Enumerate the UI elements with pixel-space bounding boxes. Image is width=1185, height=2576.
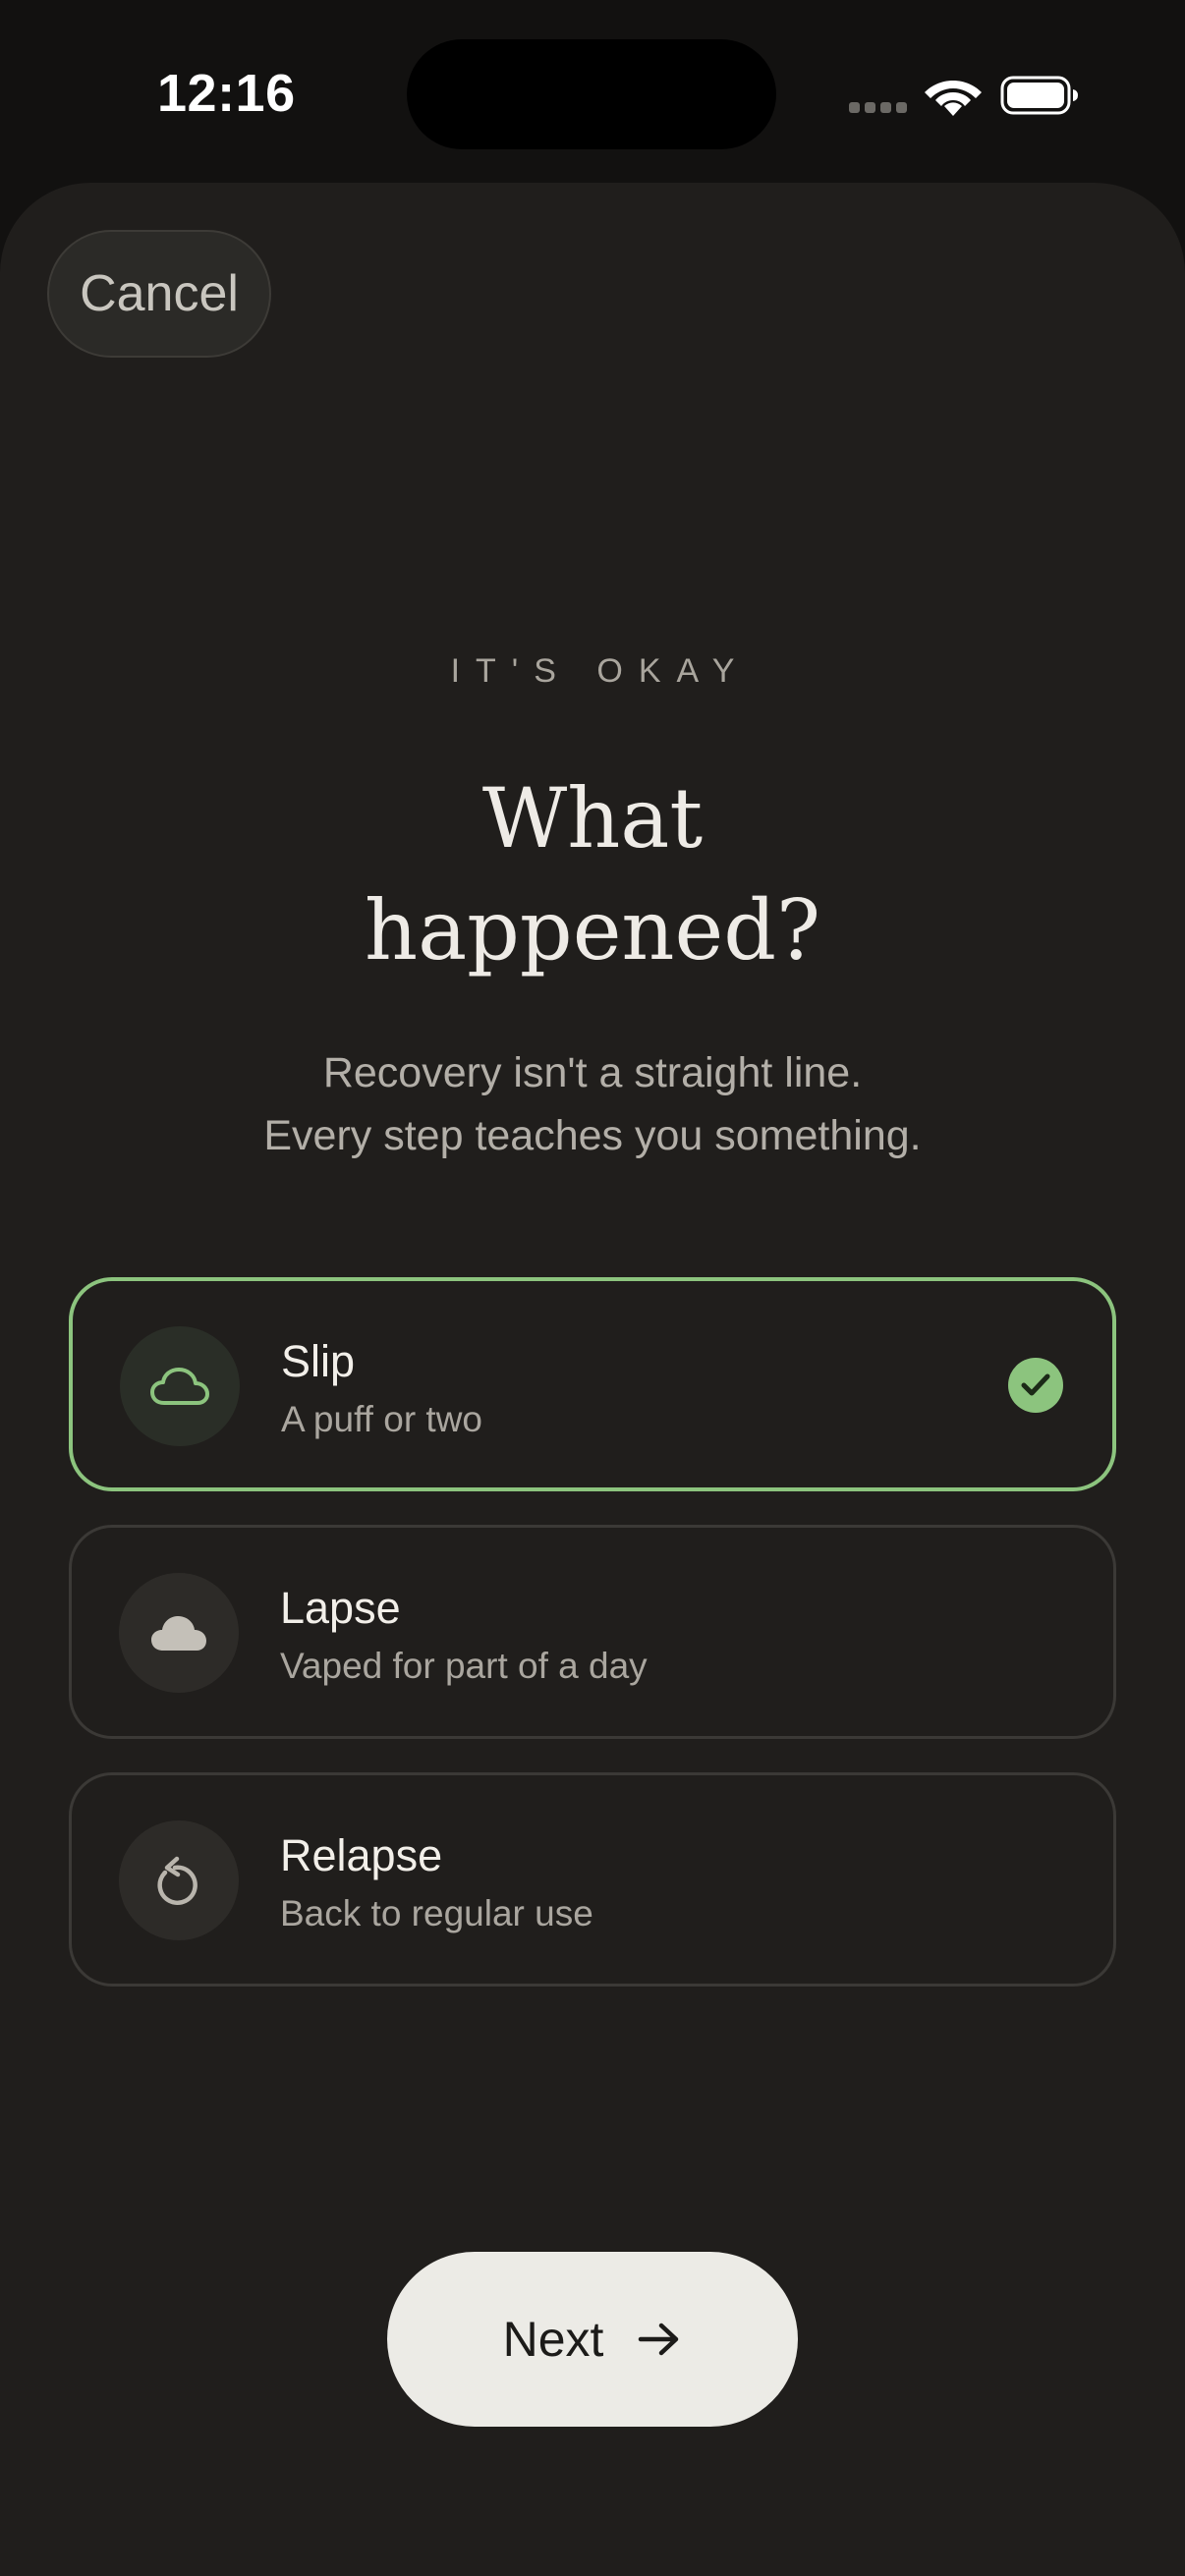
next-button[interactable]: Next xyxy=(387,2252,798,2427)
page-subtitle: Recovery isn't a straight line. Every st… xyxy=(101,1041,1084,1167)
option-subtitle: Vaped for part of a day xyxy=(280,1646,648,1686)
battery-icon xyxy=(1000,76,1078,115)
arrow-right-icon xyxy=(639,2323,679,2356)
page-title: What happened? xyxy=(199,762,986,986)
cloud-filled-icon xyxy=(151,1616,206,1651)
title-line-1: What xyxy=(481,770,704,867)
subtitle-line-2: Every step teaches you something. xyxy=(263,1112,922,1159)
option-icon-container xyxy=(119,1820,239,1940)
option-slip[interactable]: Slip A puff or two xyxy=(69,1277,1116,1491)
option-icon-container xyxy=(119,1573,239,1693)
eyebrow-label: IT'S OKAY xyxy=(450,652,751,690)
option-relapse[interactable]: Relapse Back to regular use xyxy=(69,1772,1116,1987)
cancel-button[interactable]: Cancel xyxy=(47,230,271,358)
option-title: Lapse xyxy=(280,1583,401,1633)
status-bar: 12:16 xyxy=(0,0,1185,187)
next-button-label: Next xyxy=(502,2312,604,2367)
cloud-outline-icon xyxy=(150,1368,209,1405)
title-line-2: happened? xyxy=(364,882,821,979)
rotate-left-icon xyxy=(157,1856,198,1906)
option-title: Slip xyxy=(281,1336,356,1386)
cellular-signal-icon xyxy=(849,102,908,116)
subtitle-line-1: Recovery isn't a straight line. xyxy=(322,1049,863,1096)
option-subtitle: A puff or two xyxy=(281,1399,482,1439)
dynamic-island xyxy=(407,39,776,149)
option-subtitle: Back to regular use xyxy=(280,1893,593,1933)
option-icon-container xyxy=(120,1326,240,1446)
option-title: Relapse xyxy=(280,1830,443,1880)
status-time: 12:16 xyxy=(157,64,296,123)
option-lapse[interactable]: Lapse Vaped for part of a day xyxy=(69,1525,1116,1739)
wifi-icon xyxy=(925,81,982,116)
checkmark-icon xyxy=(1008,1358,1063,1413)
